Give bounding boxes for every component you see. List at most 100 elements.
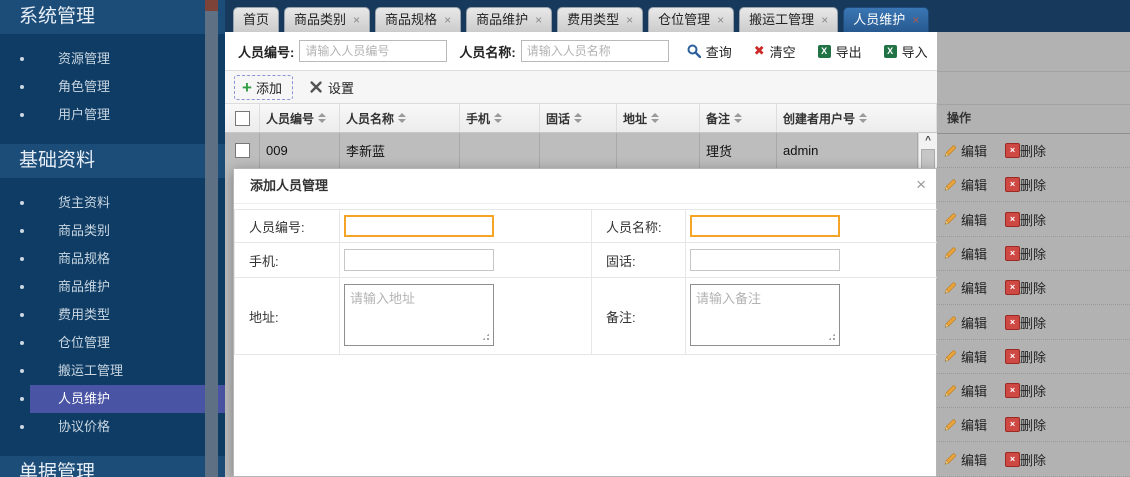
delete-button[interactable]: 删除: [1020, 415, 1046, 434]
dialog-close-icon[interactable]: ×: [916, 175, 926, 195]
sidebar-item[interactable]: 货主资料: [0, 189, 225, 217]
address-field[interactable]: [344, 284, 494, 346]
column-header[interactable]: 创建者用户号: [777, 104, 937, 132]
table-cell: [617, 133, 700, 168]
edit-button[interactable]: 编辑: [943, 415, 987, 434]
tab[interactable]: 商品维护×: [466, 7, 552, 32]
grid-scroll-up-icon[interactable]: ^: [919, 133, 937, 148]
sort-icon[interactable]: [859, 113, 867, 123]
sidebar-item[interactable]: 仓位管理: [0, 329, 225, 357]
sort-icon[interactable]: [574, 113, 582, 123]
sidebar-item[interactable]: 用户管理: [0, 101, 225, 129]
clear-button[interactable]: ✖ 清空: [754, 42, 796, 61]
row-checkbox[interactable]: [235, 143, 250, 158]
tab[interactable]: 首页: [233, 7, 279, 32]
sidebar-item[interactable]: 商品规格: [0, 245, 225, 273]
sidebar-item[interactable]: 角色管理: [0, 73, 225, 101]
code-field[interactable]: [344, 215, 494, 237]
delete-button[interactable]: 删除: [1020, 381, 1046, 400]
edit-button[interactable]: 编辑: [943, 278, 987, 297]
sort-icon[interactable]: [734, 113, 742, 123]
grid-scrollbar-thumb[interactable]: [921, 149, 935, 170]
edit-button[interactable]: 编辑: [943, 210, 987, 229]
tab-label: 搬运工管理: [749, 8, 814, 32]
query-button[interactable]: 查询: [687, 42, 732, 61]
sidebar-item[interactable]: 人员维护: [0, 385, 225, 413]
sort-icon[interactable]: [651, 113, 659, 123]
edit-button[interactable]: 编辑: [943, 244, 987, 263]
sort-icon[interactable]: [494, 113, 502, 123]
mobile-field[interactable]: [344, 249, 494, 271]
sidebar-scrollbar-thumb[interactable]: [205, 11, 218, 477]
content-panel: 人员编号: 人员名称: 查询 ✖ 清空 X 导出 X 导入: [225, 32, 1130, 477]
sidebar-scrollbar[interactable]: [205, 0, 218, 477]
sidebar-item[interactable]: 商品类别: [0, 217, 225, 245]
tab-close-icon[interactable]: ×: [821, 8, 828, 32]
delete-button[interactable]: 删除: [1020, 244, 1046, 263]
settings-button[interactable]: 设置: [309, 78, 354, 97]
delete-button[interactable]: 删除: [1020, 313, 1046, 332]
column-header[interactable]: 人员名称: [340, 104, 460, 132]
delete-button[interactable]: 删除: [1020, 278, 1046, 297]
sort-icon[interactable]: [318, 113, 326, 123]
sidebar-section-header[interactable]: 基础资料: [0, 144, 225, 178]
delete-button[interactable]: 删除: [1020, 347, 1046, 366]
column-header[interactable]: 人员编号: [260, 104, 340, 132]
edit-button[interactable]: 编辑: [943, 175, 987, 194]
note-field[interactable]: [690, 284, 840, 346]
edit-button[interactable]: 编辑: [943, 450, 987, 469]
add-button[interactable]: + 添加: [234, 75, 293, 100]
delete-button[interactable]: 删除: [1020, 450, 1046, 469]
column-header[interactable]: 备注: [700, 104, 777, 132]
sidebar-item[interactable]: 资源管理: [0, 45, 225, 73]
tab[interactable]: 商品规格 ×: [375, 7, 461, 32]
sort-icon[interactable]: [398, 113, 406, 123]
tab-label: 商品规格: [385, 8, 437, 32]
edit-button[interactable]: 编辑: [943, 381, 987, 400]
select-all-checkbox[interactable]: [235, 111, 250, 126]
sidebar-item[interactable]: 商品维护: [0, 273, 225, 301]
column-header[interactable]: 手机: [460, 104, 540, 132]
delete-button[interactable]: 删除: [1020, 175, 1046, 194]
column-header[interactable]: 固话: [540, 104, 617, 132]
tab-close-icon[interactable]: ×: [912, 8, 919, 32]
note-field-label: 备注:: [592, 278, 686, 355]
tab[interactable]: 仓位管理×: [648, 7, 734, 32]
sidebar-section-items: 资源管理角色管理用户管理: [0, 34, 225, 144]
edit-button[interactable]: 编辑: [943, 313, 987, 332]
edit-button[interactable]: 编辑: [943, 141, 987, 160]
sidebar-scroll-up-button[interactable]: [205, 0, 218, 11]
tab-close-icon[interactable]: ×: [535, 8, 542, 32]
tab-close-icon[interactable]: ×: [626, 8, 633, 32]
edit-button-label: 编辑: [961, 313, 987, 332]
sidebar-section-header[interactable]: 单据管理: [0, 456, 225, 477]
sidebar-item[interactable]: 搬运工管理: [0, 357, 225, 385]
import-button[interactable]: X 导入: [884, 42, 928, 61]
tab[interactable]: 搬运工管理 ×: [739, 7, 838, 32]
edit-button[interactable]: 编辑: [943, 347, 987, 366]
export-button[interactable]: X 导出: [818, 42, 862, 61]
table-row[interactable]: 009李新蓝理货admin: [225, 133, 918, 168]
tab[interactable]: 费用类型×: [557, 7, 643, 32]
name-field[interactable]: [690, 215, 840, 237]
delete-x-icon: ×: [1005, 383, 1020, 398]
edit-button-label: 编辑: [961, 415, 987, 434]
edit-pencil-icon: [943, 349, 957, 363]
delete-x-icon: ×: [1005, 315, 1020, 330]
delete-button[interactable]: 删除: [1020, 210, 1046, 229]
tab-close-icon[interactable]: ×: [353, 8, 360, 32]
sidebar-section-header[interactable]: 系统管理: [0, 0, 225, 34]
delete-button[interactable]: 删除: [1020, 141, 1046, 160]
column-header[interactable]: 地址: [617, 104, 700, 132]
tab-close-icon[interactable]: ×: [717, 8, 724, 32]
grid-vertical-scrollbar[interactable]: ^: [918, 133, 937, 168]
tab-label: 商品类别: [294, 8, 346, 32]
sidebar-item[interactable]: 协议价格: [0, 413, 225, 441]
code-search-input[interactable]: [299, 40, 447, 62]
tab[interactable]: 商品类别 ×: [284, 7, 370, 32]
name-search-input[interactable]: [521, 40, 669, 62]
tab[interactable]: 人员维护×: [843, 7, 929, 32]
sidebar-item[interactable]: 费用类型: [0, 301, 225, 329]
tab-close-icon[interactable]: ×: [444, 8, 451, 32]
tel-field[interactable]: [690, 249, 840, 271]
